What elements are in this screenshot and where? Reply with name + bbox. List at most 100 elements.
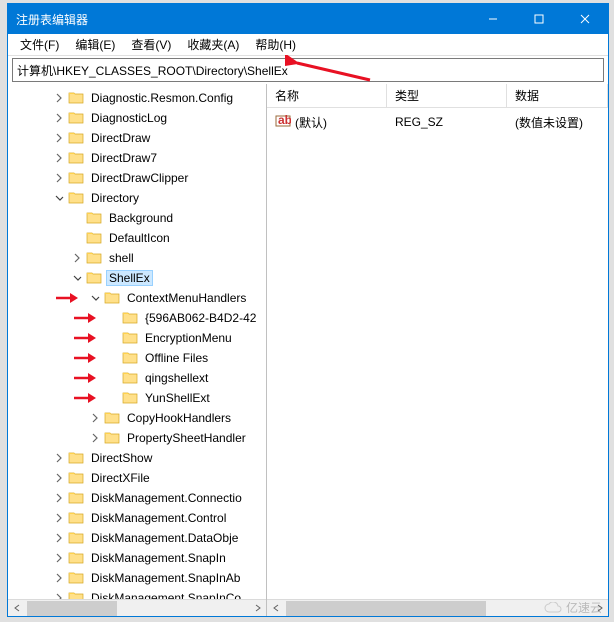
tree-item-label: PropertySheetHandler bbox=[124, 430, 249, 446]
annotation-arrow-item bbox=[72, 351, 98, 365]
tree-item[interactable]: DirectDrawClipper bbox=[8, 168, 266, 188]
tree-item[interactable]: DiskManagement.Control bbox=[8, 508, 266, 528]
expand-icon[interactable] bbox=[88, 411, 102, 425]
tree-item[interactable]: ContextMenuHandlers bbox=[8, 288, 266, 308]
tree-item[interactable]: ShellEx bbox=[8, 268, 266, 288]
tree-item[interactable]: DiskManagement.SnapInAb bbox=[8, 568, 266, 588]
tree-item-label: DirectDrawClipper bbox=[88, 170, 191, 186]
tree-item[interactable]: DirectXFile bbox=[8, 468, 266, 488]
expand-icon[interactable] bbox=[52, 171, 66, 185]
maximize-button[interactable] bbox=[516, 4, 562, 34]
folder-icon bbox=[68, 110, 88, 127]
expand-placeholder bbox=[106, 371, 120, 385]
tree-item[interactable]: DiskManagement.Connectio bbox=[8, 488, 266, 508]
tree-item[interactable]: DefaultIcon bbox=[8, 228, 266, 248]
tree-item-label: ContextMenuHandlers bbox=[124, 290, 249, 306]
expand-placeholder bbox=[106, 311, 120, 325]
menu-edit[interactable]: 编辑(E) bbox=[67, 34, 123, 55]
tree-item-label: DirectDraw7 bbox=[88, 150, 160, 166]
expand-icon[interactable] bbox=[52, 91, 66, 105]
expand-icon[interactable] bbox=[52, 191, 66, 205]
tree-item[interactable]: Directory bbox=[8, 188, 266, 208]
tree-item[interactable]: DirectDraw7 bbox=[8, 148, 266, 168]
scroll-left-icon[interactable] bbox=[267, 600, 284, 617]
svg-text:ab: ab bbox=[278, 114, 291, 127]
expand-icon[interactable] bbox=[52, 511, 66, 525]
folder-icon bbox=[104, 290, 124, 307]
folder-icon bbox=[68, 510, 88, 527]
folder-icon bbox=[86, 250, 106, 267]
expand-placeholder bbox=[70, 211, 84, 225]
list-pane: 名称 类型 数据 ab(默认)REG_SZ(数值未设置) bbox=[267, 84, 608, 616]
menu-file[interactable]: 文件(F) bbox=[12, 34, 67, 55]
tree-item[interactable]: CopyHookHandlers bbox=[8, 408, 266, 428]
scroll-left-icon[interactable] bbox=[8, 600, 25, 617]
tree-item[interactable]: DiagnosticLog bbox=[8, 108, 266, 128]
tree-item-label: DiskManagement.DataObje bbox=[88, 530, 241, 546]
expand-icon[interactable] bbox=[70, 271, 84, 285]
tree-item-label: Offline Files bbox=[142, 350, 211, 366]
folder-icon bbox=[122, 330, 142, 347]
tree-item[interactable]: PropertySheetHandler bbox=[8, 428, 266, 448]
col-name[interactable]: 名称 bbox=[267, 84, 387, 107]
folder-icon bbox=[68, 170, 88, 187]
col-type[interactable]: 类型 bbox=[387, 84, 507, 107]
tree-item-label: DiagnosticLog bbox=[88, 110, 170, 126]
folder-icon bbox=[68, 570, 88, 587]
watermark: 亿速云 bbox=[544, 599, 602, 616]
expand-icon[interactable] bbox=[52, 531, 66, 545]
annotation-arrow-item bbox=[54, 291, 80, 305]
expand-icon[interactable] bbox=[88, 431, 102, 445]
menu-view[interactable]: 查看(V) bbox=[123, 34, 179, 55]
minimize-button[interactable] bbox=[470, 4, 516, 34]
tree-item-label: ShellEx bbox=[106, 270, 153, 286]
tree-item-label: shell bbox=[106, 250, 137, 266]
tree-item[interactable]: DirectDraw bbox=[8, 128, 266, 148]
expand-icon[interactable] bbox=[52, 111, 66, 125]
scroll-right-icon[interactable] bbox=[249, 600, 266, 617]
expand-icon[interactable] bbox=[52, 131, 66, 145]
expand-icon[interactable] bbox=[52, 551, 66, 565]
tree-item[interactable]: Offline Files bbox=[8, 348, 266, 368]
tree-item-label: DirectDraw bbox=[88, 130, 153, 146]
tree-item-label: CopyHookHandlers bbox=[124, 410, 234, 426]
menu-help[interactable]: 帮助(H) bbox=[247, 34, 304, 55]
address-bar[interactable]: 计算机\HKEY_CLASSES_ROOT\Directory\ShellEx bbox=[12, 58, 604, 82]
expand-icon[interactable] bbox=[88, 291, 102, 305]
tree-item[interactable]: {596AB062-B4D2-42 bbox=[8, 308, 266, 328]
tree-item[interactable]: shell bbox=[8, 248, 266, 268]
expand-icon[interactable] bbox=[52, 471, 66, 485]
expand-icon[interactable] bbox=[52, 571, 66, 585]
tree-item[interactable]: EncryptionMenu bbox=[8, 328, 266, 348]
folder-icon bbox=[68, 150, 88, 167]
tree-item[interactable]: qingshellext bbox=[8, 368, 266, 388]
col-data[interactable]: 数据 bbox=[507, 84, 608, 107]
tree-item[interactable]: YunShellExt bbox=[8, 388, 266, 408]
folder-icon bbox=[68, 490, 88, 507]
tree-item[interactable]: Diagnostic.Resmon.Config bbox=[8, 88, 266, 108]
tree-item[interactable]: DiskManagement.DataObje bbox=[8, 528, 266, 548]
menu-favorites[interactable]: 收藏夹(A) bbox=[179, 34, 247, 55]
folder-icon bbox=[68, 450, 88, 467]
tree-item-label: DiskManagement.Control bbox=[88, 510, 229, 526]
titlebar[interactable]: 注册表编辑器 bbox=[8, 4, 608, 34]
tree-scrollbar-h[interactable] bbox=[8, 599, 266, 616]
folder-icon bbox=[68, 530, 88, 547]
expand-icon[interactable] bbox=[52, 151, 66, 165]
folder-icon bbox=[122, 350, 142, 367]
tree-item-label: DirectXFile bbox=[88, 470, 153, 486]
folder-icon bbox=[122, 390, 142, 407]
close-button[interactable] bbox=[562, 4, 608, 34]
expand-icon[interactable] bbox=[70, 251, 84, 265]
expand-icon[interactable] bbox=[52, 451, 66, 465]
tree-item[interactable]: DiskManagement.SnapIn bbox=[8, 548, 266, 568]
folder-icon bbox=[68, 90, 88, 107]
tree-item[interactable]: Background bbox=[8, 208, 266, 228]
tree-item-label: Background bbox=[106, 210, 176, 226]
folder-icon bbox=[122, 310, 142, 327]
value-data: (数值未设置) bbox=[515, 114, 583, 131]
tree-item[interactable]: DirectShow bbox=[8, 448, 266, 468]
list-row[interactable]: ab(默认)REG_SZ(数值未设置) bbox=[267, 112, 608, 132]
tree-item-label: YunShellExt bbox=[142, 390, 213, 406]
expand-icon[interactable] bbox=[52, 491, 66, 505]
